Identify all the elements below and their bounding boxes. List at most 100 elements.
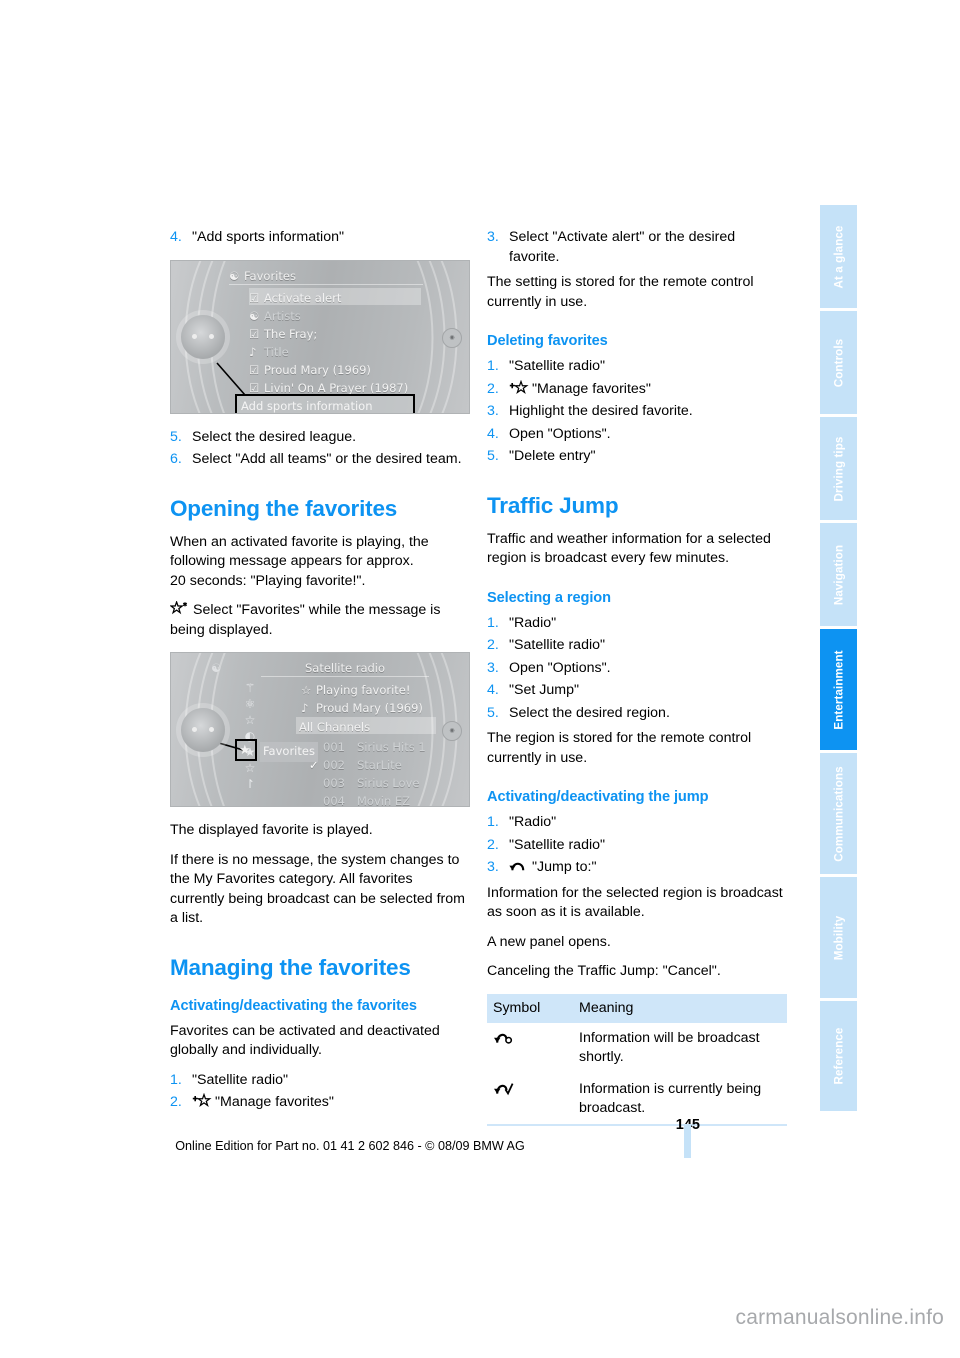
paragraph-setting-stored: The setting is stored for the remote con… — [487, 274, 754, 310]
step-number: 5. — [170, 428, 182, 445]
step-number: 4. — [170, 229, 182, 245]
step-item: 5. "Delete entry" — [487, 447, 787, 467]
tab-label: Communications — [832, 765, 845, 862]
satellite-icon: ⚛ — [244, 697, 256, 711]
heading-managing-favorites: Managing the favorites — [170, 954, 411, 980]
tab-label: Reference — [832, 1027, 845, 1085]
paragraph-displayed-favorite: The displayed favorite is played. — [170, 822, 373, 838]
tab-at-a-glance[interactable]: At a glance — [820, 205, 857, 311]
star-icon: ☆ — [301, 683, 312, 697]
paragraph-traffic: Traffic and weather information for a se… — [487, 530, 771, 567]
plus-star-icon — [192, 1093, 212, 1108]
step-list-activating: 1. "Satellite radio" 2. "Manage favorite… — [170, 1071, 470, 1113]
step-item: 4. "Add sports information" — [170, 228, 470, 248]
step-text: "Satellite radio" — [509, 358, 606, 374]
step-text: "Jump to:" — [532, 859, 597, 875]
tab-driving-tips[interactable]: Driving tips — [820, 417, 857, 523]
screen-row-now-playing: ☆ Playing favorite! — [301, 681, 410, 701]
step-list-league: 5. Select the desired league. 6. Select … — [170, 428, 470, 470]
step-text: "Set Jump" — [509, 682, 580, 698]
step-item: 2. "Satellite radio" — [487, 836, 787, 856]
tab-controls[interactable]: Controls — [820, 311, 857, 417]
step-number: 1. — [487, 814, 499, 830]
step-number: 1. — [487, 358, 499, 374]
step-list-selecting-region: 1. "Radio" 2. "Satellite radio" 3. Open … — [487, 614, 787, 724]
symbol-meaning-table: Symbol Meaning Information will be broad… — [487, 993, 787, 1126]
tab-entertainment[interactable]: Entertainment — [820, 629, 857, 753]
step-number: 2. — [170, 1094, 182, 1110]
favorites-star-icon: ★ — [239, 743, 251, 758]
step-text: Select "Add all teams" or the desired te… — [192, 451, 462, 467]
screen-row-category: All Channels — [299, 720, 371, 734]
paragraph-region-stored: The region is stored for the remote cont… — [487, 730, 752, 766]
screen-title-rule — [229, 283, 423, 285]
heading-selecting-region: Selecting a region — [487, 589, 611, 606]
screen-channel-row: 003 Sirius Love — [323, 776, 420, 790]
step-text: Select the desired league. — [192, 428, 357, 445]
paragraph-opening: When an activated favorite is playing, t… — [170, 533, 429, 589]
tab-label: At a glance — [832, 225, 845, 288]
tab-mobility[interactable]: Mobility — [820, 877, 857, 1001]
heading-opening-favorites: Opening the favorites — [170, 495, 398, 521]
bullet-select-favorites: Select "Favorites" while the message is … — [170, 601, 470, 640]
step-text: Open "Options". — [509, 425, 611, 442]
screen-callout-favorites: Favorites — [260, 742, 318, 762]
step-text: "Radio" — [509, 614, 557, 631]
screen-channel-row: 004 Movin EZ — [323, 794, 411, 807]
step-text: "Manage favorites" — [215, 1094, 334, 1110]
imprint-line: Online Edition for Part no. 01 41 2 602 … — [175, 1139, 525, 1153]
heading-activating-favorites: Activating/deactivating the favorites — [170, 997, 417, 1014]
screen-row: ♪ Title — [249, 343, 289, 363]
cd-slot-icon: ◉ — [442, 720, 462, 741]
step-number: 3. — [487, 659, 499, 676]
column-header-meaning: Meaning — [573, 993, 787, 1023]
step-item: 1. "Satellite radio" — [170, 1071, 470, 1091]
heading-activating-jump: Activating/deactivating the jump — [487, 789, 709, 805]
screen-channel-row: 001 Sirius Hits 1 — [323, 740, 426, 754]
checkbox-icon: ☑ — [249, 326, 260, 341]
screen-row: ☯ Artists — [249, 307, 301, 327]
table-row: Information will be broadcast shortly. — [487, 1022, 787, 1074]
column-header-symbol: Symbol — [487, 993, 573, 1023]
step-number: 4. — [487, 425, 499, 442]
step-list-sports: 4. "Add sports information" — [170, 228, 470, 248]
star-outline-icon: ☆ — [244, 761, 256, 775]
step-item: 4. Open "Options". — [487, 425, 787, 445]
meaning-cell: Information will be broadcast shortly. — [573, 1022, 787, 1074]
idrive-screenshot-satellite-radio: ☯ Satellite radio ⚚ ⚛ ☆ ◐ ★ ☆ ↾ ☆ Playing… — [170, 652, 470, 807]
idrive-controller-knob — [181, 314, 225, 359]
screen-title-rule — [261, 676, 429, 677]
tab-communications[interactable]: Communications — [820, 753, 857, 877]
jump-arc-icon: ↾ — [244, 777, 256, 791]
note-icon: ♪ — [249, 344, 257, 359]
step-number: 1. — [170, 1071, 182, 1088]
step-text: "Satellite radio" — [509, 836, 606, 853]
step-text: "Add sports information" — [192, 229, 345, 245]
tab-label: Entertainment — [832, 649, 845, 730]
idrive-controller-knob — [181, 707, 225, 752]
jump-arc-icon — [509, 858, 529, 873]
step-item: 2. "Satellite radio" — [487, 636, 787, 656]
paragraph-activating: Favorites can be activated and deactivat… — [170, 1022, 440, 1059]
step-list-deleting: 1. "Satellite radio" 2. "Manage favorite… — [487, 357, 787, 467]
step-item: 5. Select the desired league. — [170, 428, 470, 448]
search-star-icon: ☆ — [244, 713, 256, 727]
paragraph-cancel: Canceling the Traffic Jump: "Cancel". — [487, 963, 721, 979]
watermark: carmanualsonline.info — [735, 1306, 944, 1329]
screen-row-track: ♪ Proud Mary (1969) — [301, 699, 423, 719]
screen-row: ☑ Activate alert — [249, 289, 341, 309]
screen-icon-strip: ⚚ ⚛ ☆ ◐ ★ ☆ ↾ — [239, 681, 261, 791]
radio-icon: ⚚ — [244, 681, 256, 695]
step-text: "Delete entry" — [509, 448, 596, 464]
step-item: 1. "Satellite radio" — [487, 357, 787, 377]
chapter-tab-rail: At a glance Controls Driving tips Naviga… — [820, 205, 857, 1111]
tab-reference[interactable]: Reference — [820, 1001, 857, 1111]
star-asterisk-icon — [170, 601, 190, 616]
paragraph-new-panel: A new panel opens. — [487, 933, 611, 950]
step-text: "Satellite radio" — [192, 1071, 289, 1088]
tab-navigation[interactable]: Navigation — [820, 523, 857, 629]
step-text: "Radio" — [509, 814, 557, 830]
step-item: 4. "Set Jump" — [487, 681, 787, 701]
paragraph-jump-info: Information for the selected region is b… — [487, 884, 783, 921]
step-item: 2. "Manage favorites" — [170, 1093, 470, 1113]
